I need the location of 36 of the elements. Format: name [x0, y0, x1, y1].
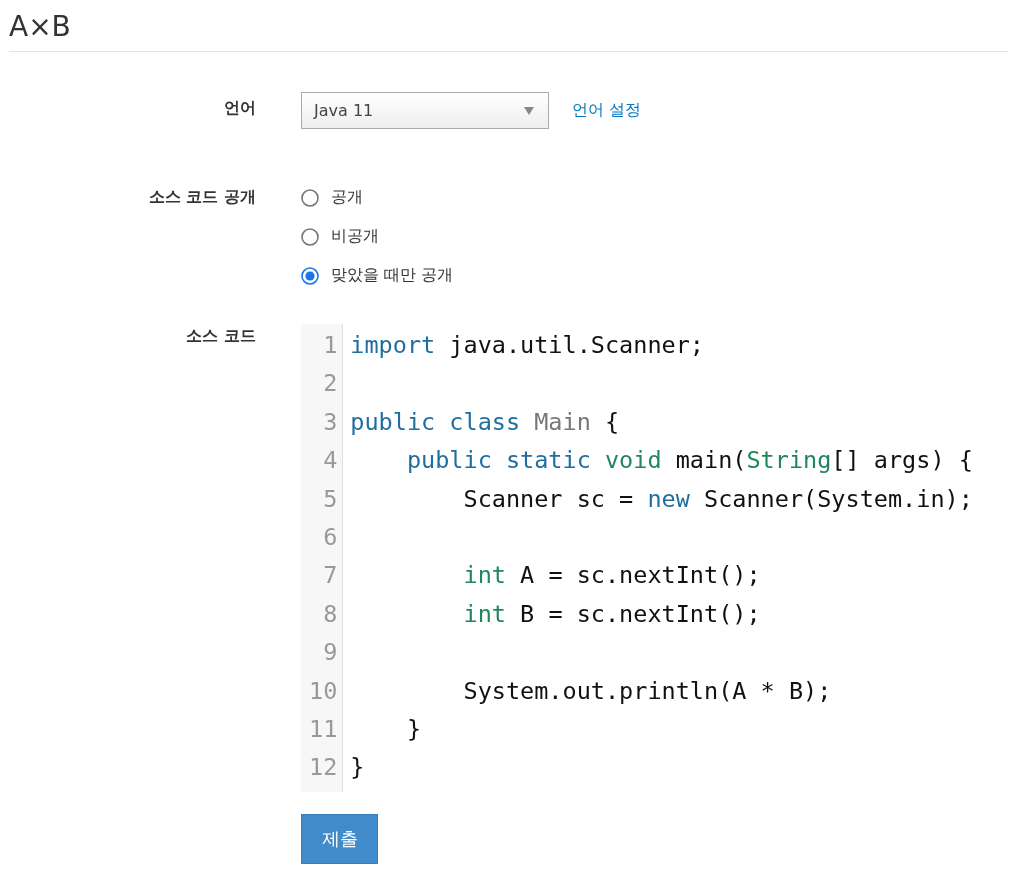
code-line: int A = sc.nextInt(); — [462, 560, 761, 592]
line-number: 8 — [323, 598, 338, 630]
code-line: int B = sc.nextInt(); — [462, 598, 761, 630]
radio-label[interactable]: 공개 — [331, 187, 363, 208]
code-line: System.out.println(A * B); — [462, 675, 832, 707]
field-label: 소스 코드 — [186, 325, 256, 347]
language-settings-link[interactable]: 언어 설정 — [572, 100, 642, 121]
line-number: 4 — [323, 445, 338, 477]
code-line: Scanner sc = new Scanner(System.in); — [462, 483, 973, 515]
line-number: 5 — [323, 483, 338, 515]
radio-button[interactable] — [301, 188, 319, 207]
field-label: 소스 코드 공개 — [148, 187, 256, 208]
line-number: 6 — [323, 522, 338, 554]
code-line: } — [405, 713, 422, 745]
line-number: 3 — [323, 406, 338, 438]
line-number: 7 — [323, 560, 338, 592]
line-number: 9 — [323, 637, 338, 669]
radio-button[interactable] — [301, 227, 319, 246]
line-number: 1 — [323, 330, 338, 361]
submit-button[interactable]: 제출 — [301, 813, 378, 864]
line-number: 10 — [309, 675, 338, 707]
code-line: import java.util.Scanner; — [350, 330, 704, 361]
radio-label[interactable]: 맞았을 때만 공개 — [331, 265, 454, 286]
line-number: 12 — [309, 752, 338, 784]
code-line: } — [350, 752, 365, 784]
page-title: A×B — [9, 9, 71, 45]
field-label: 언어 — [224, 97, 256, 119]
line-number: 2 — [323, 368, 338, 400]
code-editor[interactable]: import java.util.Scanner; public class Main { public static void main(String[] args) { Scanner sc = new Scanner(System.in); int A = sc.nextInt(); int B = sc.nextInt(); System.out.println(A * B); } } — [343, 324, 983, 792]
radio-label[interactable]: 비공개 — [331, 226, 379, 247]
language-dropdown[interactable]: Java 11 — [301, 92, 549, 129]
code-line: public class Main { — [350, 406, 620, 438]
code-line: public static void main(String[] args) { — [405, 445, 973, 477]
caret-icon — [524, 106, 534, 115]
line-number: 11 — [309, 714, 338, 746]
radio-button[interactable] — [301, 266, 319, 285]
